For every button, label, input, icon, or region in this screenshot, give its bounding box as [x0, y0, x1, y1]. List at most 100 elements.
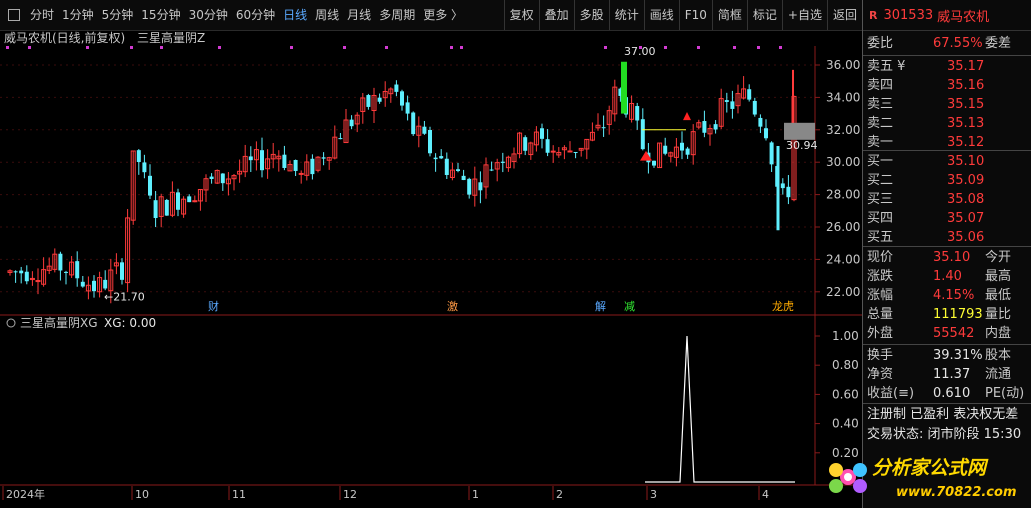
stock-code: 301533 — [883, 7, 934, 23]
candle-body — [456, 169, 460, 171]
ask-price: 35.16 — [947, 78, 985, 93]
period-tab[interactable]: 60分钟 — [232, 0, 279, 30]
toolbar-button[interactable]: 标记 — [746, 0, 782, 30]
candle-body — [685, 148, 690, 155]
period-tab[interactable]: 周线 — [311, 0, 343, 30]
stat-label: 现价 — [867, 250, 894, 265]
candle-body — [142, 162, 147, 173]
quote-panel: R 301533 威马农机 委比 67.55% 委差 卖五 ¥ 35.17 卖四 35… — [862, 0, 1031, 508]
toolbar-button[interactable]: F10 — [678, 0, 712, 30]
stat-label: 总量 — [867, 307, 894, 322]
toolbar-button[interactable]: 画线 — [643, 0, 679, 30]
event-tag[interactable]: 减 — [624, 300, 635, 313]
event-tag[interactable]: 激 — [447, 299, 458, 313]
signal-marker — [218, 46, 221, 49]
toolbar-button[interactable]: 多股 — [573, 0, 609, 30]
current-price-flag — [784, 122, 815, 140]
candle-body — [500, 161, 505, 163]
event-tag[interactable]: 财 — [208, 299, 219, 313]
candle-body — [164, 199, 169, 216]
bid-row: 买三 35.08 — [867, 190, 1027, 209]
stat-row: 现价 35.10 今开 — [867, 248, 1027, 267]
candle-body — [321, 157, 326, 159]
window-toggle-icon[interactable] — [8, 9, 20, 21]
candle-body — [64, 271, 68, 273]
candle-body — [635, 106, 640, 121]
candle-body — [652, 160, 656, 166]
stat-row: 涨幅 4.15% 最低 — [867, 286, 1027, 305]
candle-body — [428, 129, 432, 154]
toolbar-button[interactable]: 返回 — [826, 0, 862, 30]
stat-value: 55542 — [933, 326, 975, 341]
watermark-text: 分析家公式网 — [872, 457, 989, 479]
x-axis-label: 12 — [343, 488, 357, 501]
ask-price: 35.17 — [947, 59, 985, 74]
signal-marker — [28, 46, 31, 49]
price-tick-label: 32.00 — [826, 123, 860, 137]
signal-marker — [450, 46, 453, 49]
period-tab[interactable]: 1分钟 — [58, 0, 98, 30]
weibi-value: 67.55% — [933, 36, 983, 51]
stat-label-2: 量比 — [985, 307, 1012, 322]
stat-label-2: 内盘 — [985, 326, 1012, 341]
period-tab[interactable]: 日线 — [279, 0, 311, 30]
bid-price: 35.10 — [947, 154, 985, 169]
period-tab[interactable]: 15分钟 — [137, 0, 184, 30]
toolbar-button[interactable]: 简框 — [711, 0, 747, 30]
signal-marker — [733, 46, 736, 49]
ask-label: 卖五 ¥ — [867, 59, 906, 74]
candle-body — [433, 157, 438, 160]
price-tick-label: 36.00 — [826, 58, 860, 72]
candle-body — [80, 281, 85, 287]
candle-body — [523, 137, 528, 151]
finance-label: 收益(≡) — [867, 386, 915, 401]
period-tab[interactable]: 更多 〉 — [419, 0, 467, 30]
candle-body — [780, 183, 785, 189]
flower-icon — [829, 463, 867, 493]
period-tab[interactable]: 30分钟 — [185, 0, 232, 30]
period-tab[interactable]: 5分钟 — [98, 0, 138, 30]
candle-body — [601, 127, 606, 129]
trade-status: 交易状态: 闭市阶段 15:30 — [867, 427, 1022, 442]
stat-label: 涨幅 — [867, 288, 894, 303]
collapse-icon[interactable] — [6, 318, 16, 328]
toolbar-button[interactable]: +自选 — [781, 0, 827, 30]
finance-label-2: 股本 — [985, 348, 1012, 363]
sub-indicator-name[interactable]: 三星高量阴XG — [20, 315, 98, 330]
x-axis-label: 1 — [472, 488, 479, 501]
sub-tick-label: 1.00 — [832, 329, 859, 343]
candle-body — [730, 101, 735, 109]
event-tag[interactable]: 解 — [595, 299, 606, 313]
event-tag[interactable]: 龙虎 — [772, 300, 794, 313]
candle-body — [298, 172, 304, 175]
ask-label: 卖二 — [867, 116, 894, 131]
x-axis-label: 2024年 — [6, 487, 45, 501]
candle-body — [680, 142, 684, 151]
toolbar-button[interactable]: 叠加 — [538, 0, 574, 30]
period-tab[interactable]: 多周期 — [375, 0, 419, 30]
ask-row: 卖三 35.15 — [867, 95, 1027, 114]
period-tab[interactable]: 月线 — [343, 0, 375, 30]
candle-body — [260, 150, 264, 171]
kline-chart[interactable]: 36.00 34.00 32.00 30.00 28.00 26.00 24.00 22.00… — [0, 30, 862, 508]
sub-tick-label: 0.40 — [832, 417, 859, 431]
stat-value: 4.15% — [933, 288, 975, 303]
period-toolbar: 分时 1分钟 5分钟 15分钟 30分钟 60分钟 日线 周线 月线 多周期 更多 〉 复权 叠加 多股… — [0, 0, 862, 31]
price-tick-label: 30.00 — [826, 155, 860, 169]
signal-marker — [697, 46, 700, 49]
bid-row: 买五 35.06 — [867, 228, 1027, 247]
x-axis-label: 3 — [650, 488, 657, 501]
period-tab[interactable]: 分时 — [26, 0, 58, 30]
toolbar-button[interactable]: 复权 — [503, 0, 539, 30]
candle-body — [248, 156, 253, 161]
candle-body — [58, 253, 63, 271]
finance-value: 39.31% — [933, 348, 983, 363]
stat-row: 总量 111793 量比 — [867, 305, 1027, 324]
x-axis-label: 4 — [762, 488, 769, 501]
ask-price: 35.13 — [947, 116, 985, 131]
toolbar-button[interactable]: 统计 — [608, 0, 644, 30]
candle-body — [747, 89, 752, 100]
signal-marker — [6, 46, 9, 49]
bid-price: 35.09 — [947, 173, 985, 188]
x-axis-label: 2 — [556, 488, 563, 501]
